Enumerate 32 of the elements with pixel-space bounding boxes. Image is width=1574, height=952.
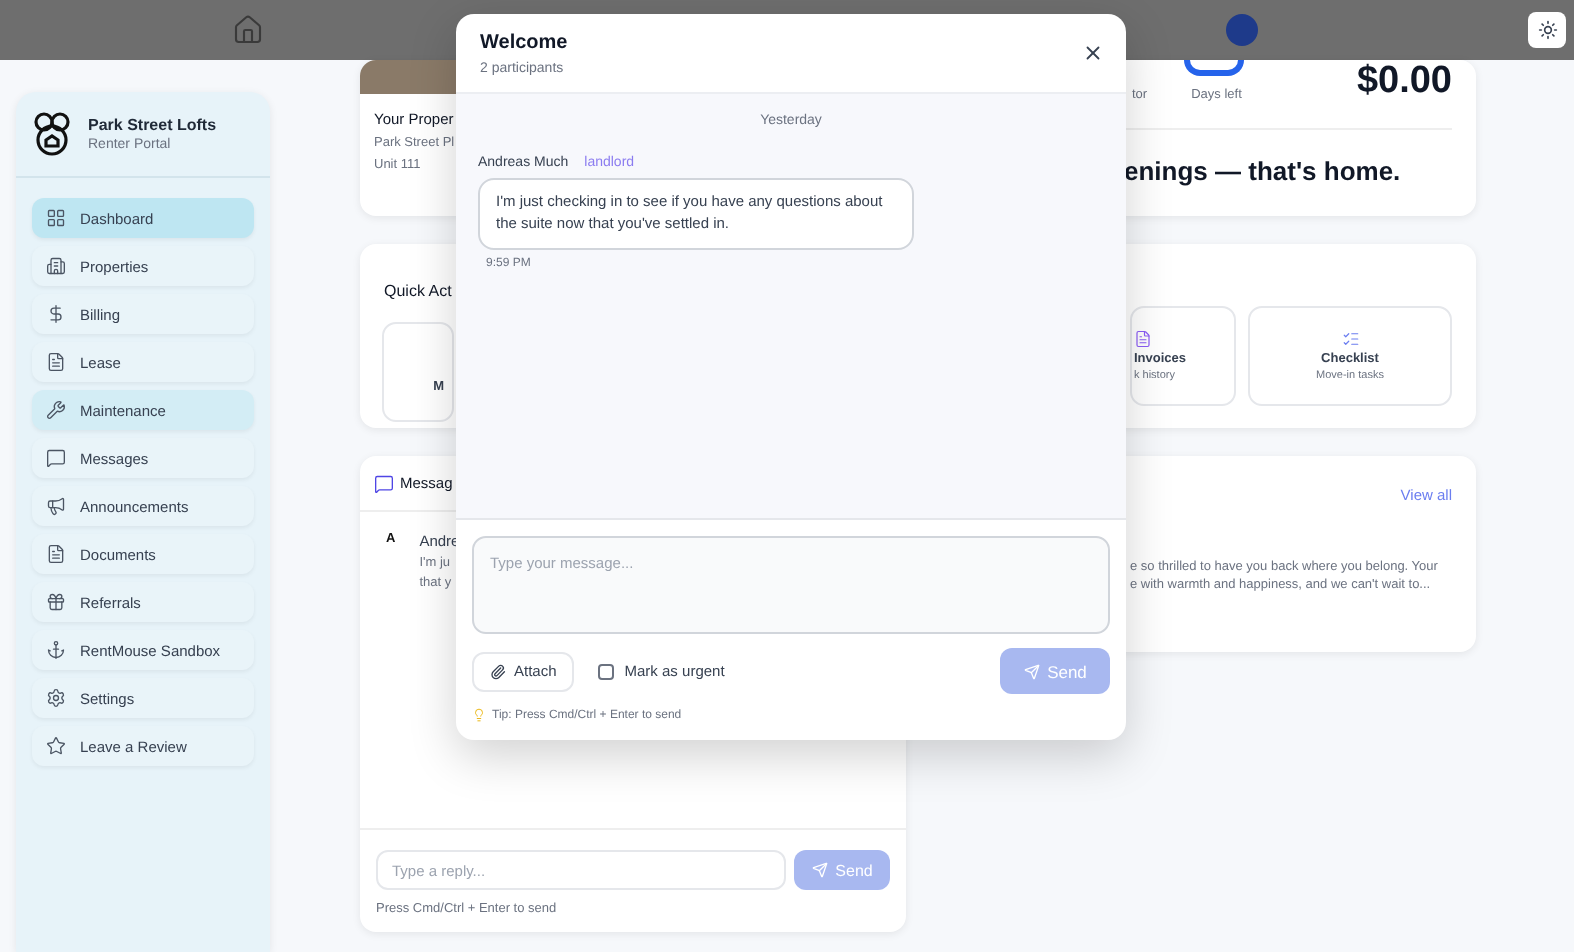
urgent-checkbox[interactable] <box>598 663 615 679</box>
gift-icon <box>46 592 66 612</box>
theme-toggle-button[interactable] <box>1528 12 1566 48</box>
send-icon <box>811 862 828 878</box>
mouse-logo-icon <box>32 112 72 156</box>
star-icon <box>46 736 66 756</box>
lightbulb-icon <box>472 708 486 722</box>
balance-amount: $0.00 <box>1356 60 1452 104</box>
dialog-title: Welcome <box>480 31 568 53</box>
house-icon <box>232 14 264 46</box>
anchor-icon <box>46 640 66 660</box>
document-icon <box>46 352 66 372</box>
megaphone-icon <box>46 496 66 516</box>
welcome-quote: enings — that's home. <box>1124 156 1401 186</box>
wrench-icon <box>46 400 66 420</box>
sun-icon <box>1537 20 1557 40</box>
chat-icon <box>46 448 66 468</box>
document-icon <box>46 544 66 564</box>
send-icon <box>1023 663 1040 679</box>
building-icon <box>46 256 66 276</box>
progress-ring <box>1184 60 1244 76</box>
grid-icon <box>46 208 66 228</box>
document-icon <box>1134 330 1152 348</box>
card-title: Quick Act <box>384 282 452 300</box>
paperclip-icon <box>490 663 506 679</box>
photo-placeholder <box>360 60 460 94</box>
close-icon[interactable] <box>1082 42 1104 64</box>
property-name: Park Street Lofts <box>88 116 217 134</box>
settings-icon <box>46 688 66 708</box>
checklist-icon <box>1341 330 1359 348</box>
dollar-icon <box>46 304 66 324</box>
chat-icon <box>374 473 394 493</box>
